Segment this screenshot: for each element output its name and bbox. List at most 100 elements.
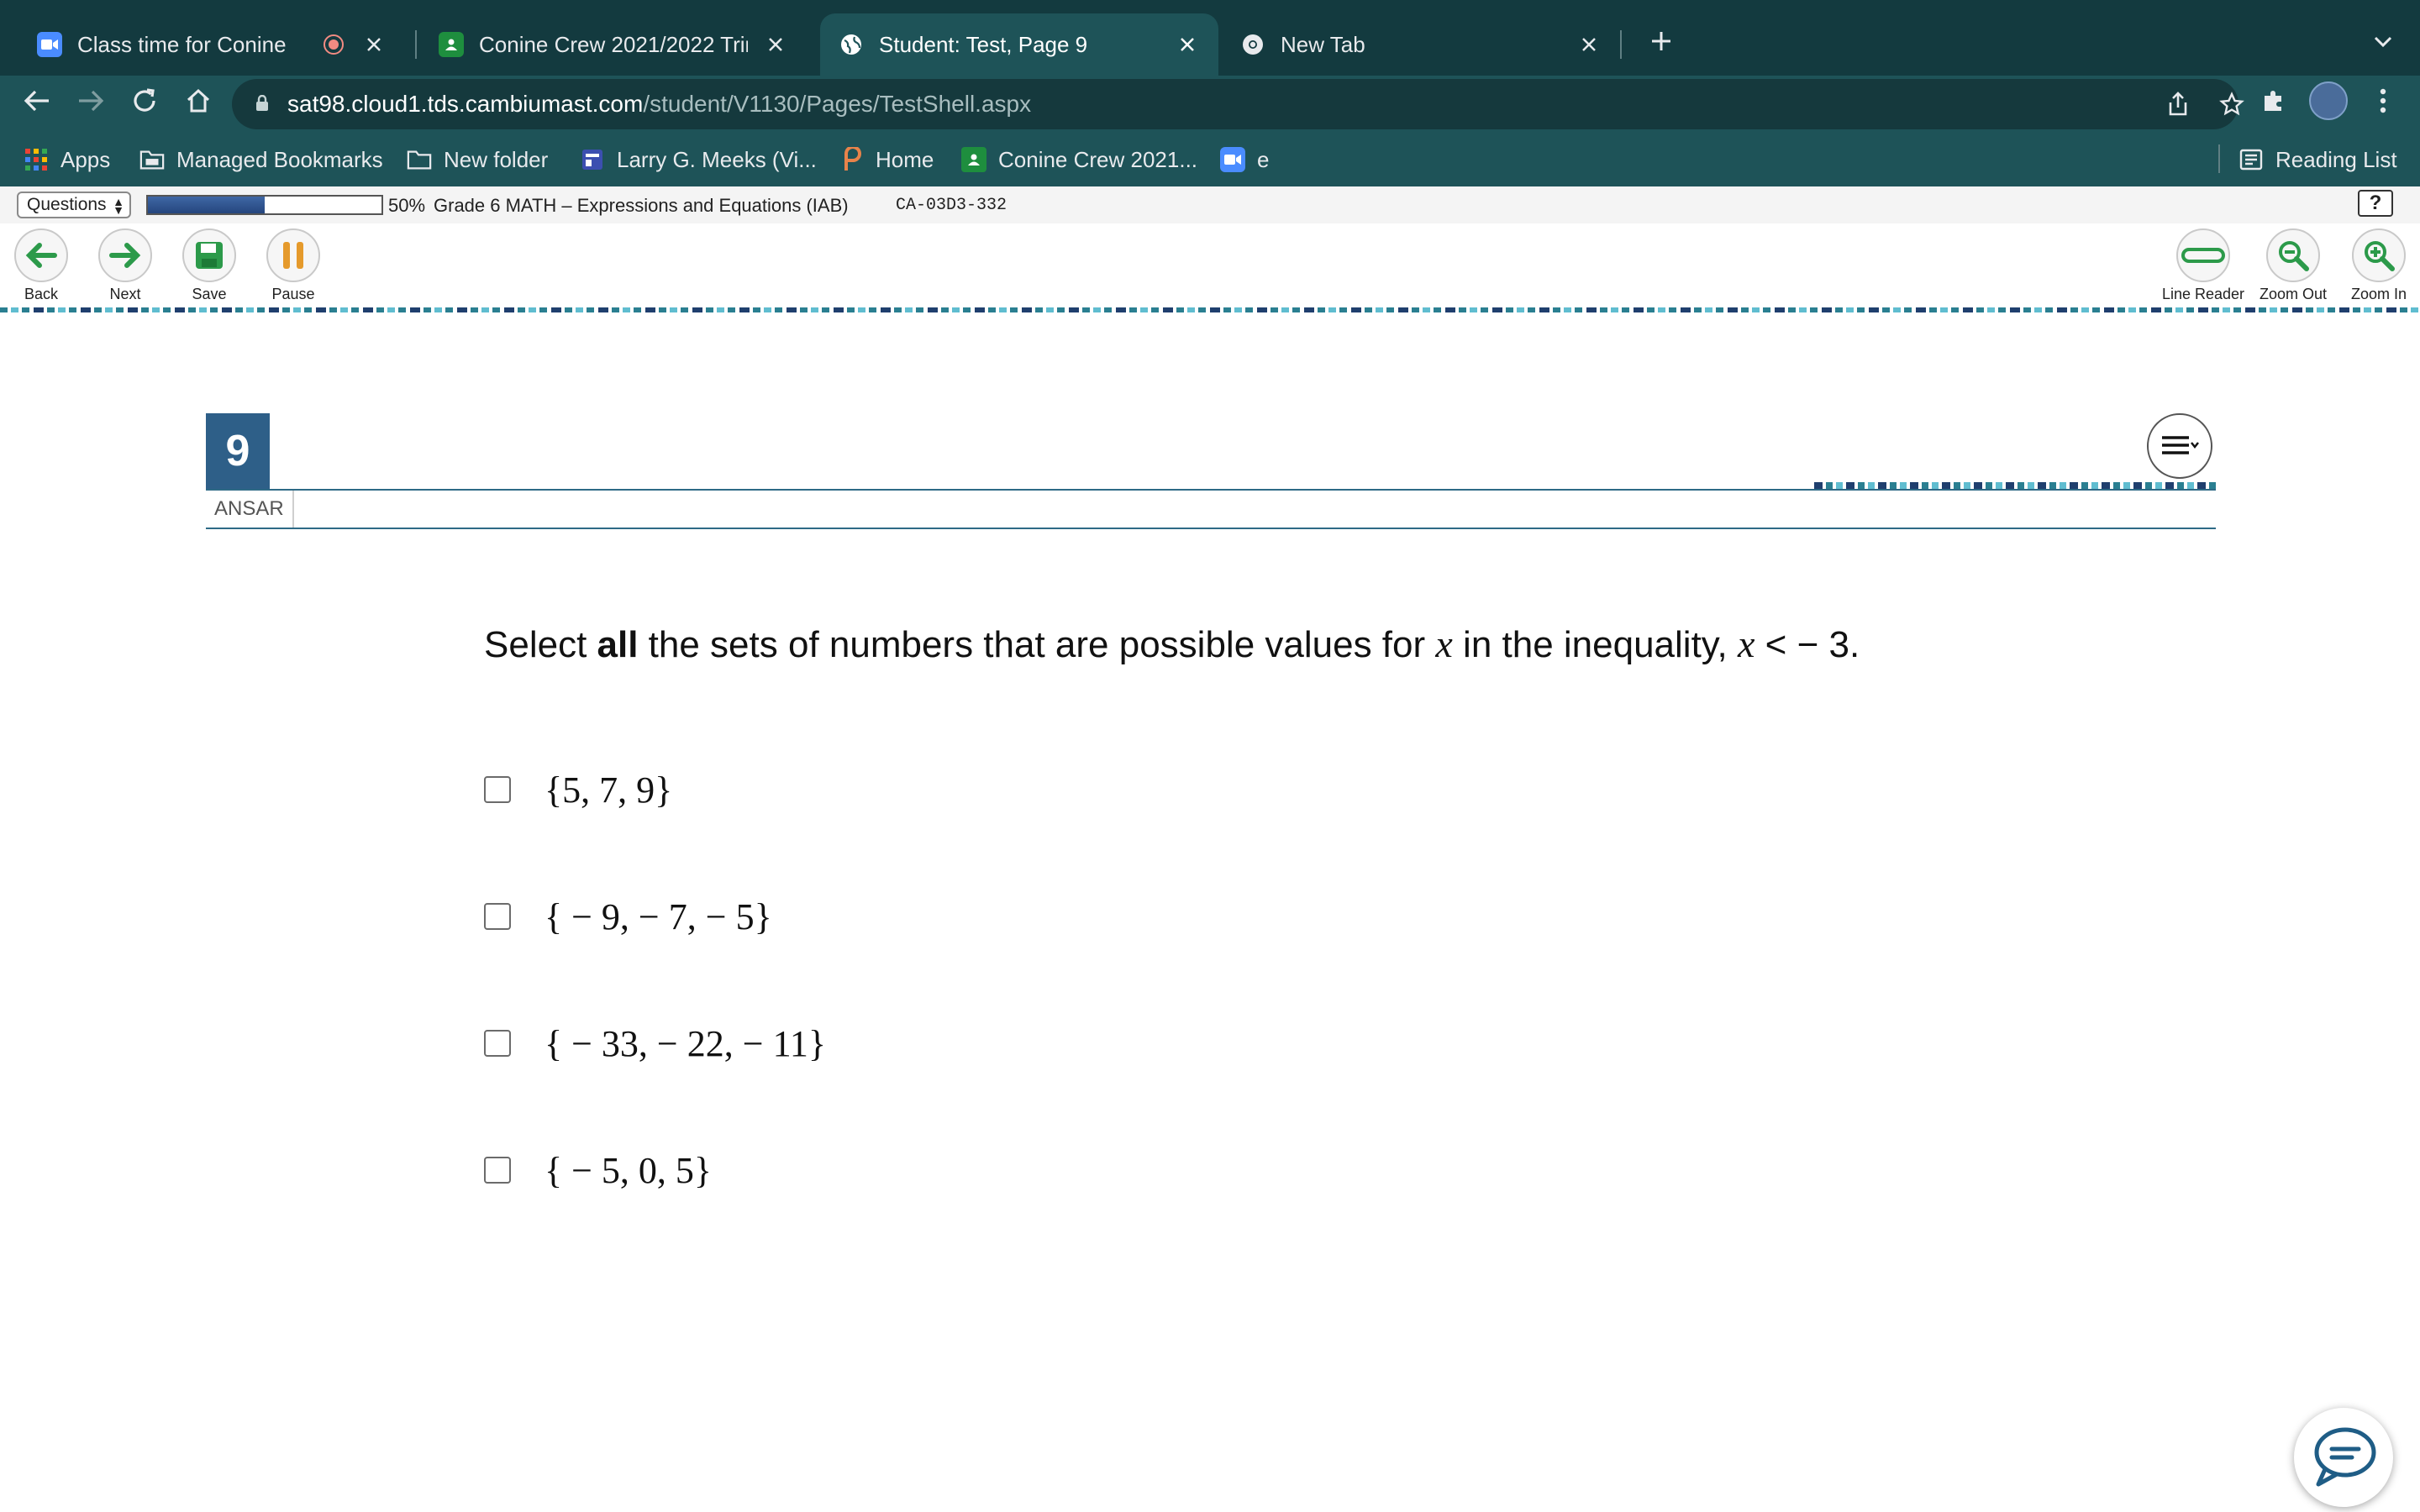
pause-icon bbox=[266, 228, 320, 282]
tab-separator bbox=[415, 30, 417, 59]
line-reader-label: Line Reader bbox=[2161, 286, 2245, 302]
reload-icon bbox=[134, 88, 155, 112]
answer-option[interactable]: { − 33, − 22, − 11} bbox=[484, 1018, 826, 1068]
back-button[interactable]: Back bbox=[8, 228, 74, 303]
globe-icon bbox=[839, 32, 864, 57]
bookmark-label: Conine Crew 2021... bbox=[998, 146, 1198, 172]
close-icon[interactable] bbox=[361, 32, 387, 57]
bookmark-e[interactable]: e bbox=[1220, 141, 1269, 178]
bookmark-larry-meeks[interactable]: Larry G. Meeks (Vi... bbox=[580, 141, 817, 178]
tab-title: Student: Test, Page 9 bbox=[879, 31, 1088, 57]
bookmark-conine-crew[interactable]: Conine Crew 2021... bbox=[961, 141, 1197, 178]
profile-avatar[interactable] bbox=[2309, 81, 2348, 120]
tab-separator bbox=[1620, 30, 1622, 59]
chat-button[interactable] bbox=[2294, 1408, 2393, 1507]
decorative-dash-strip bbox=[1814, 482, 2216, 489]
arrow-right-icon bbox=[79, 90, 104, 112]
bookmark-separator bbox=[2218, 144, 2220, 173]
answer-option[interactable]: { − 9, − 7, − 5} bbox=[484, 891, 772, 942]
bookmark-star-icon[interactable] bbox=[2212, 84, 2252, 124]
close-icon[interactable] bbox=[763, 32, 788, 57]
new-tab-button[interactable] bbox=[1642, 22, 1681, 60]
url-path: /student/V1130/Pages/TestShell.aspx bbox=[643, 91, 1032, 117]
divider bbox=[206, 489, 2216, 491]
answer-text: { − 33, − 22, − 11} bbox=[544, 1022, 827, 1064]
zoom-icon bbox=[37, 32, 62, 57]
tab-conine-crew[interactable]: Conine Crew 2021/2022 Trimes bbox=[420, 13, 807, 76]
test-code: CA-03D3-332 bbox=[896, 196, 1007, 215]
chat-icon bbox=[2314, 1427, 2376, 1487]
bookmark-label: Managed Bookmarks bbox=[176, 146, 383, 172]
answer-option[interactable]: {5, 7, 9} bbox=[484, 764, 672, 815]
extensions-button[interactable] bbox=[2252, 79, 2296, 123]
bookmark-new-folder[interactable]: New folder bbox=[407, 141, 548, 178]
save-button[interactable]: Save bbox=[176, 228, 242, 303]
answer-checkbox[interactable] bbox=[484, 1030, 511, 1057]
zoom-in-label: Zoom In bbox=[2350, 286, 2407, 302]
progress-fill bbox=[148, 197, 265, 213]
save-label: Save bbox=[192, 286, 227, 302]
answer-checkbox[interactable] bbox=[484, 1157, 511, 1184]
close-icon[interactable] bbox=[1175, 32, 1200, 57]
answer-checkbox[interactable] bbox=[484, 776, 511, 803]
question-menu-button[interactable] bbox=[2147, 413, 2212, 479]
more-vertical-icon bbox=[2380, 88, 2386, 113]
test-info-bar: Questions ▲ ▼ 50% Grade 6 MATH – Expressi… bbox=[0, 186, 2420, 225]
answer-checkbox[interactable] bbox=[484, 903, 511, 930]
reading-list-button[interactable]: Reading List bbox=[2238, 141, 2397, 178]
prompt-emphasis: all bbox=[597, 624, 639, 665]
zoom-in-button[interactable]: Zoom In bbox=[2346, 228, 2412, 303]
folder-icon bbox=[139, 147, 165, 172]
pause-button[interactable]: Pause bbox=[260, 228, 326, 303]
folder-icon bbox=[407, 147, 432, 172]
home-button[interactable] bbox=[176, 79, 220, 123]
site-icon bbox=[580, 147, 605, 172]
zoom-icon bbox=[1220, 147, 1245, 172]
home-icon bbox=[187, 88, 210, 113]
browser-tab-strip: Class time for Conine Conine Crew 2021/2… bbox=[0, 0, 2420, 76]
progress-percent: 50% bbox=[388, 195, 426, 216]
chevron-down-icon bbox=[2374, 36, 2392, 48]
questions-select[interactable]: Questions ▲ ▼ bbox=[17, 192, 131, 218]
bookmark-apps[interactable]: Apps bbox=[24, 141, 110, 178]
browser-menu-button[interactable] bbox=[2361, 79, 2405, 123]
select-arrows-icon: ▲ ▼ bbox=[113, 195, 124, 217]
share-icon[interactable] bbox=[2158, 84, 2198, 124]
line-reader-button[interactable]: Line Reader bbox=[2162, 228, 2244, 303]
reading-list-label: Reading List bbox=[2275, 146, 2397, 172]
recording-icon bbox=[321, 32, 346, 57]
plus-icon bbox=[1652, 32, 1670, 50]
tab-class-time[interactable]: Class time for Conine bbox=[18, 13, 405, 76]
zoom-in-icon bbox=[2352, 228, 2406, 282]
prompt-variable: x bbox=[1738, 622, 1755, 665]
back-nav-button[interactable] bbox=[15, 79, 59, 123]
bookmark-managed[interactable]: Managed Bookmarks bbox=[139, 141, 383, 178]
answer-text: {5, 7, 9} bbox=[544, 769, 673, 811]
reload-button[interactable] bbox=[123, 79, 166, 123]
prompt-text: in the inequality, bbox=[1452, 624, 1738, 665]
bookmark-label: Home bbox=[876, 146, 934, 172]
chrome-icon bbox=[1240, 32, 1265, 57]
bookmark-label: e bbox=[1257, 146, 1270, 172]
tab-title: Conine Crew 2021/2022 Trimes bbox=[479, 31, 748, 57]
progress-bar bbox=[146, 195, 383, 215]
tab-new-tab[interactable]: New Tab bbox=[1222, 13, 1620, 76]
answer-option[interactable]: { − 5, 0, 5} bbox=[484, 1145, 712, 1195]
help-button[interactable]: ? bbox=[2358, 190, 2393, 217]
address-bar[interactable]: sat98.cloud1.tds.cambiumast.com/student/… bbox=[232, 79, 2244, 129]
test-name: Grade 6 MATH – Expressions and Equations… bbox=[434, 195, 849, 216]
reading-list-icon bbox=[2238, 147, 2264, 172]
close-icon[interactable] bbox=[1576, 32, 1602, 57]
divider bbox=[292, 491, 294, 528]
next-button[interactable]: Next bbox=[92, 228, 158, 303]
zoom-out-button[interactable]: Zoom Out bbox=[2260, 228, 2327, 303]
bookmark-label: Apps bbox=[60, 146, 111, 172]
tab-search-button[interactable] bbox=[2366, 25, 2400, 59]
arrow-left-icon bbox=[14, 228, 68, 282]
menu-icon bbox=[2162, 436, 2199, 454]
bookmark-home[interactable]: Home bbox=[839, 141, 934, 178]
arrow-right-icon bbox=[98, 228, 152, 282]
puzzle-icon bbox=[2265, 91, 2281, 111]
tab-student-test[interactable]: Student: Test, Page 9 bbox=[820, 13, 1218, 76]
forward-nav-button[interactable] bbox=[69, 79, 113, 123]
